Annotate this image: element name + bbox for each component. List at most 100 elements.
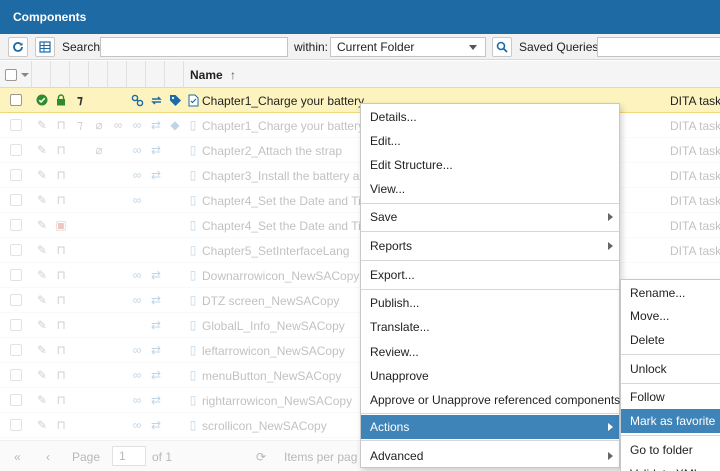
menu-item-edit-structure[interactable]: Edit Structure... [361, 153, 619, 177]
link-icon[interactable] [130, 93, 144, 107]
row-checkbox[interactable] [10, 144, 22, 156]
menu-item-view[interactable]: View... [361, 177, 619, 201]
link-icon: ∞ [132, 393, 142, 407]
unlock-icon: ⊓ [56, 343, 66, 357]
component-name[interactable]: DTZ screen_NewSACopy [202, 294, 339, 308]
unlock-icon: ⊓ [56, 168, 66, 182]
approved-check-icon [35, 93, 49, 107]
row-checkbox[interactable] [10, 219, 22, 231]
sort-ascending-icon: ↑ [230, 68, 237, 82]
unlock-icon: ⊓ [56, 143, 66, 157]
row-checkbox[interactable] [10, 194, 22, 206]
component-name[interactable]: Downarrowicon_NewSACopy [202, 269, 359, 283]
link-icon: ∞ [132, 193, 142, 207]
menu-item-details[interactable]: Details... [361, 105, 619, 129]
submenu-item-delete[interactable]: Delete [621, 328, 720, 352]
component-name[interactable]: scrollicon_NewSACopy [202, 419, 327, 433]
refresh-icon[interactable]: ⟳ [256, 450, 266, 464]
menu-item-advanced[interactable]: Advanced [361, 444, 619, 468]
dita-file-icon [186, 93, 200, 107]
submenu-item-move[interactable]: Move... [621, 304, 720, 328]
select-all-checkbox[interactable] [5, 69, 17, 81]
menu-item-review[interactable]: Review... [361, 340, 619, 364]
component-name[interactable]: leftarrowicon_NewSACopy [202, 344, 345, 358]
previous-page-icon[interactable]: ‹ [46, 450, 50, 464]
menu-item-approve-referenced[interactable]: Approve or Unapprove referenced componen… [361, 388, 630, 412]
within-select[interactable]: Current Folder [330, 37, 486, 57]
component-name[interactable]: Chapter5_SetInterfaceLang [202, 244, 349, 258]
unlock-icon: ⊓ [56, 243, 66, 257]
sync-icon[interactable] [149, 93, 163, 107]
component-type: DITA task [670, 194, 720, 208]
refresh-button[interactable] [8, 37, 28, 57]
menu-item-translate[interactable]: Translate... [361, 315, 619, 339]
row-checkbox[interactable] [10, 269, 22, 281]
lock-icon: ▣ [55, 218, 67, 232]
row-checkbox[interactable] [10, 344, 22, 356]
component-name[interactable]: Chapter3_Install the battery ar [202, 169, 363, 183]
unlock-icon: ⊓ [56, 193, 66, 207]
page-number-input[interactable]: 1 [112, 446, 146, 466]
row-checkbox[interactable] [10, 94, 22, 106]
view-mode-button[interactable] [35, 37, 55, 57]
menu-item-actions-label: Actions [370, 420, 410, 434]
dita-file-icon: ▯ [189, 118, 197, 132]
component-name[interactable]: Chapter2_Attach the strap [202, 144, 342, 158]
menu-item-advanced-label: Advanced [370, 449, 424, 463]
component-name[interactable]: Chapter4_Set the Date and Tim [202, 219, 371, 233]
first-page-icon[interactable]: « [14, 450, 21, 464]
image-file-icon: ▯ [189, 418, 197, 432]
menu-item-actions[interactable]: Actions [361, 415, 619, 439]
component-name[interactable]: Chapter4_Set the Date and Tin [202, 194, 367, 208]
menu-item-edit[interactable]: Edit... [361, 129, 619, 153]
pencil-icon: ✎ [36, 368, 48, 382]
menu-item-export[interactable]: Export... [361, 263, 619, 287]
submenu-item-follow[interactable]: Follow [621, 385, 720, 409]
component-name[interactable]: GlobalL_Info_NewSACopy [202, 319, 345, 333]
menu-item-reports[interactable]: Reports [361, 234, 619, 258]
search-input[interactable] [100, 37, 288, 57]
submenu-item-validate-xml[interactable]: Validate XML [621, 462, 720, 471]
submenu-item-unlock[interactable]: Unlock [621, 357, 720, 381]
unlock-icon: ⊓ [56, 368, 66, 382]
component-type: DITA task [670, 119, 720, 133]
grid-icon [39, 41, 51, 53]
chevron-down-icon[interactable] [21, 73, 29, 77]
row-checkbox[interactable] [10, 394, 22, 406]
menu-item-publish[interactable]: Publish... [361, 291, 619, 315]
dita-file-icon: ▯ [189, 168, 197, 182]
menu-item-reports-label: Reports [370, 239, 413, 253]
search-button[interactable] [492, 37, 512, 57]
row-checkbox[interactable] [10, 244, 22, 256]
actions-submenu: Rename... Move... Delete Unlock Follow M… [620, 279, 720, 471]
binoculars-icon: ∞ [113, 118, 123, 132]
pencil-icon: ✎ [36, 243, 48, 257]
row-checkbox[interactable] [10, 169, 22, 181]
tag-icon[interactable] [168, 93, 182, 107]
within-label: within: [294, 40, 329, 54]
row-checkbox[interactable] [10, 294, 22, 306]
unlock-icon: ⊓ [56, 318, 66, 332]
component-type: DITA task [670, 244, 720, 258]
menu-item-unapprove[interactable]: Unapprove [361, 364, 619, 388]
component-name[interactable]: rightarrowicon_NewSACopy [202, 394, 352, 408]
row-checkbox[interactable] [10, 369, 22, 381]
name-column-label: Name [190, 68, 223, 82]
menu-item-save[interactable]: Save [361, 205, 619, 229]
component-name[interactable]: Chapter1_Charge your battery [202, 94, 364, 108]
component-name[interactable]: menuButton_NewSACopy [202, 369, 341, 383]
component-type: DITA task [670, 169, 720, 183]
submenu-item-go-to-folder[interactable]: Go to folder [621, 438, 720, 462]
name-column-header[interactable]: Name ↑ [190, 68, 236, 82]
pencil-icon: ✎ [36, 393, 48, 407]
submenu-item-mark-as-favorite[interactable]: Mark as favorite [621, 409, 720, 433]
row-checkbox[interactable] [10, 419, 22, 431]
component-type: DITA task [670, 94, 720, 108]
submenu-item-rename[interactable]: Rename... [621, 281, 720, 305]
dita-file-icon: ▯ [189, 243, 197, 257]
saved-queries-select[interactable] [597, 37, 720, 57]
row-checkbox[interactable] [10, 319, 22, 331]
row-checkbox[interactable] [10, 119, 22, 131]
component-name[interactable]: Chapter1_Charge your battery [202, 119, 364, 133]
sync-icon: ⇄ [150, 318, 162, 332]
